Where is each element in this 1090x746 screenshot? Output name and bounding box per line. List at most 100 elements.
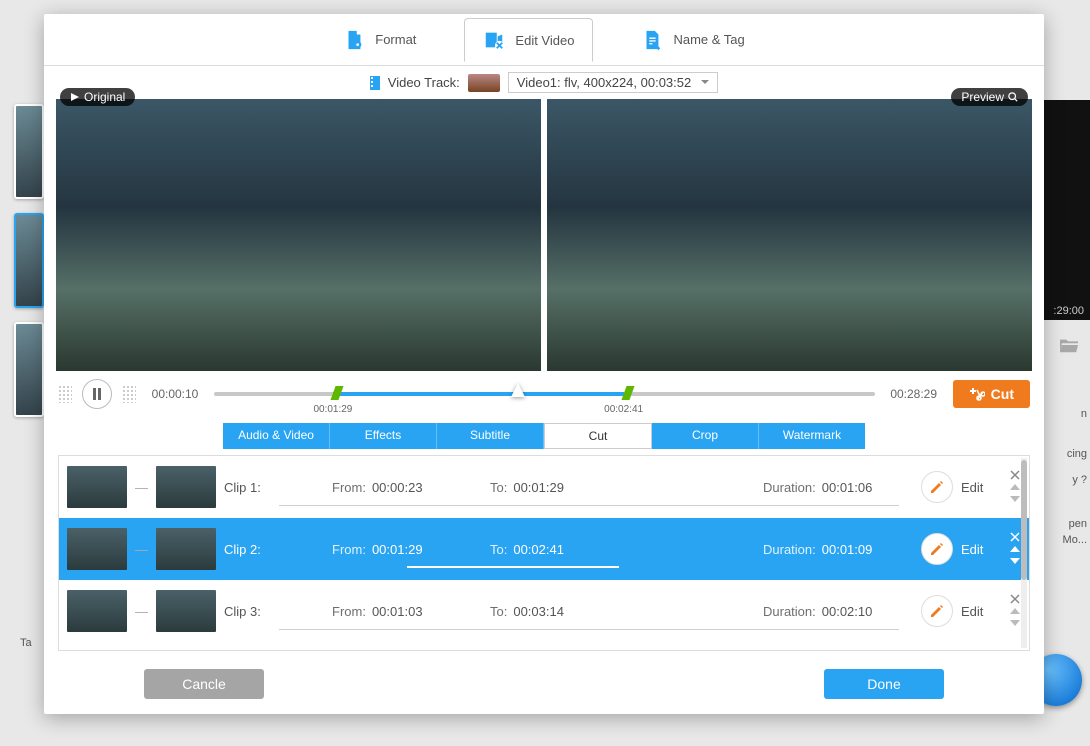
name-tag-icon (641, 29, 663, 51)
edit-clip-label[interactable]: Edit (961, 480, 997, 495)
drag-grip-icon[interactable] (58, 385, 72, 403)
clip-underline (279, 505, 899, 506)
preview-badge-label: Preview (961, 90, 1004, 104)
total-time: 00:28:29 (885, 387, 943, 401)
timeline-out-label: 00:02:41 (604, 404, 643, 415)
play-triangle-icon (70, 92, 80, 102)
original-video-pane[interactable] (56, 99, 541, 371)
clip-duration: Duration:00:02:10 (763, 604, 913, 619)
clip-name: Clip 3: (224, 604, 324, 619)
clip-underline (279, 629, 899, 630)
bg-text: Mo... (1063, 534, 1087, 546)
bg-thumb (14, 104, 44, 199)
thumb-separator: — (135, 480, 148, 495)
clip-to: To:00:01:29 (490, 480, 640, 495)
clip-thumb-start (67, 466, 127, 508)
edit-clip-label[interactable]: Edit (961, 604, 997, 619)
scrollbar-thumb[interactable] (1021, 460, 1027, 580)
clip-duration: Duration:00:01:09 (763, 542, 913, 557)
pencil-icon (929, 603, 945, 619)
bg-text: Ta (20, 637, 32, 649)
clip-thumb-end (156, 466, 216, 508)
edit-clip-button[interactable] (921, 471, 953, 503)
bg-text: pen (1069, 518, 1087, 530)
move-down-icon[interactable] (1010, 494, 1020, 504)
subtab-crop[interactable]: Crop (652, 423, 759, 449)
subtab-subtitle[interactable]: Subtitle (437, 423, 544, 449)
pencil-icon (929, 541, 945, 557)
cut-button[interactable]: Cut (953, 380, 1030, 408)
clip-row[interactable]: —Clip 2:From:00:01:29To:00:02:41Duration… (59, 518, 1029, 580)
bg-text: y ? (1072, 474, 1087, 486)
clip-scrollbar[interactable] (1021, 458, 1027, 648)
timeline[interactable]: 00:01:29 00:02:41 (214, 380, 875, 408)
preview-video-pane[interactable] (547, 99, 1032, 371)
subtab-watermark[interactable]: Watermark (759, 423, 865, 449)
original-badge: Original (60, 88, 135, 106)
video-track-thumb (468, 74, 500, 92)
original-badge-label: Original (84, 90, 125, 104)
pause-button[interactable] (82, 379, 112, 409)
clip-row[interactable]: —Clip 1:From:00:00:23To:00:01:29Duration… (59, 456, 1029, 518)
clip-thumb-end (156, 528, 216, 570)
edit-clip-button[interactable] (921, 595, 953, 627)
subtab-cut[interactable]: Cut (544, 423, 652, 449)
thumb-separator: — (135, 542, 148, 557)
tab-name-tag-label: Name & Tag (673, 32, 744, 47)
folder-open-icon (1058, 336, 1080, 354)
edit-video-icon (483, 29, 505, 51)
film-icon (370, 76, 380, 90)
clip-from: From:00:01:03 (332, 604, 482, 619)
video-track-selected: Video1: flv, 400x224, 00:03:52 (517, 75, 691, 90)
drag-grip-icon[interactable] (122, 385, 136, 403)
bg-thumb (14, 322, 44, 417)
timeline-selection (333, 392, 624, 396)
move-up-icon[interactable] (1010, 482, 1020, 492)
edit-clip-label[interactable]: Edit (961, 542, 997, 557)
move-up-icon[interactable] (1010, 544, 1020, 554)
close-icon[interactable] (1010, 470, 1020, 480)
tab-edit-video-label: Edit Video (515, 33, 574, 48)
move-down-icon[interactable] (1010, 556, 1020, 566)
clip-from: From:00:01:29 (332, 542, 482, 557)
thumb-separator: — (135, 604, 148, 619)
close-icon[interactable] (1010, 532, 1020, 542)
video-track-select[interactable]: Video1: flv, 400x224, 00:03:52 (508, 72, 718, 93)
background-preview-dark (1044, 100, 1090, 320)
background-thumbnail-list (14, 104, 44, 417)
clip-duration: Duration:00:01:06 (763, 480, 913, 495)
magnify-icon (1008, 92, 1018, 102)
pause-icon (92, 388, 102, 400)
bg-text: cing (1067, 448, 1087, 460)
move-down-icon[interactable] (1010, 618, 1020, 628)
preview-badge[interactable]: Preview (951, 88, 1028, 106)
format-icon (343, 29, 365, 51)
subtab-effects[interactable]: Effects (330, 423, 437, 449)
timeline-playhead[interactable] (511, 383, 525, 397)
cut-button-label: Cut (991, 386, 1014, 402)
clip-thumb-start (67, 528, 127, 570)
cancel-button[interactable]: Cancle (144, 669, 264, 699)
clip-from: From:00:00:23 (332, 480, 482, 495)
done-button[interactable]: Done (824, 669, 944, 699)
tab-format[interactable]: Format (325, 19, 434, 61)
video-track-label: Video Track: (388, 75, 460, 90)
transport-bar: 00:00:10 00:01:29 00:02:41 00:28:29 Cut (44, 371, 1044, 413)
video-preview-area (44, 99, 1044, 371)
subtab-audio-video[interactable]: Audio & Video (223, 423, 330, 449)
close-icon[interactable] (1010, 594, 1020, 604)
dialog-footer: Cancle Done (44, 651, 1044, 699)
move-up-icon[interactable] (1010, 606, 1020, 616)
clip-thumb-start (67, 590, 127, 632)
tab-format-label: Format (375, 32, 416, 47)
clip-thumb-end (156, 590, 216, 632)
top-tab-bar: Format Edit Video Name & Tag (44, 14, 1044, 66)
tab-edit-video[interactable]: Edit Video (464, 18, 593, 62)
current-time: 00:00:10 (146, 387, 204, 401)
pencil-icon (929, 479, 945, 495)
edit-clip-button[interactable] (921, 533, 953, 565)
clip-to: To:00:03:14 (490, 604, 640, 619)
clip-row[interactable]: — Clip 3: From:00:01:03 To:00:03:14 Duration… (59, 580, 1029, 642)
tab-name-tag[interactable]: Name & Tag (623, 19, 762, 61)
scissors-plus-icon (969, 386, 985, 402)
